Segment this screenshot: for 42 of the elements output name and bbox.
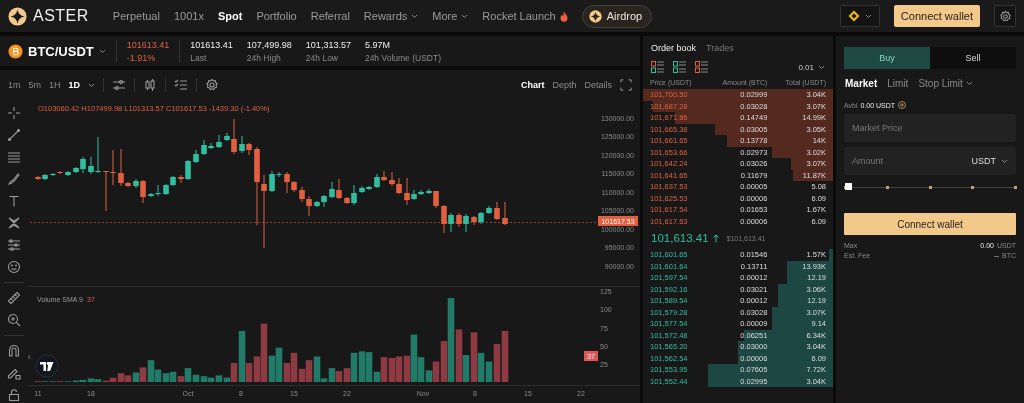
stat-label: 24h Low [305, 52, 339, 63]
nav-link[interactable]: More [432, 10, 469, 22]
nav-link[interactable]: Referral [310, 10, 350, 22]
stat-label: 24h High [246, 52, 282, 63]
connect-wallet-button[interactable]: Connect wallet [844, 213, 1016, 235]
order-type-tab[interactable]: Stop Limit [918, 78, 973, 89]
last-price: 101613.41 [126, 39, 170, 50]
nav-link[interactable]: Perpetual [112, 10, 160, 22]
nav-link[interactable]: Rocket Launch [482, 10, 568, 22]
stat-value: 101,313.57 [305, 39, 351, 50]
stat-label: Last [190, 52, 208, 63]
stat-value: 107,499.98 [246, 39, 292, 50]
pair-selector[interactable]: BTC/USDT [8, 43, 106, 59]
view-tab[interactable]: Details [584, 80, 612, 90]
brand-name: ASTER [33, 7, 89, 25]
interval-tab[interactable]: 5m [28, 80, 42, 90]
nav-link[interactable]: Rewards [363, 10, 419, 22]
amount-field[interactable]: Amount [844, 147, 968, 175]
price-change: -1.91% [126, 52, 157, 63]
mid-price: 101,613.41 [651, 232, 709, 244]
unit-select[interactable]: USDT [967, 147, 1016, 175]
side-tab[interactable]: Buy [844, 47, 930, 69]
connect-wallet-button[interactable]: Connect wallet [893, 5, 980, 27]
stat-value: 101613.41 [190, 39, 233, 50]
stat-value: 5.97M [364, 39, 391, 50]
view-tab[interactable]: Depth [552, 80, 577, 90]
interval-tab[interactable]: 1m [8, 80, 21, 90]
stat-label: 24h Volume (USDT) [364, 52, 441, 63]
price-field[interactable]: Market Price [844, 114, 1016, 142]
interval-tab[interactable]: 1D [68, 80, 81, 90]
view-tab[interactable]: Chart [520, 80, 545, 90]
book-tab[interactable]: Order book [651, 43, 697, 53]
interval-tab[interactable]: 1H [49, 80, 61, 90]
tick-size-select[interactable]: 0.01 [798, 62, 825, 72]
nav-link[interactable]: Portfolio [256, 10, 297, 22]
nav-link[interactable]: Spot [217, 10, 243, 22]
order-type-tab[interactable]: Limit [887, 78, 909, 89]
nav-link[interactable]: 1001x [173, 10, 204, 22]
side-tab[interactable]: Sell [930, 47, 1016, 69]
airdrop-button[interactable]: Airdrop [581, 4, 653, 28]
book-tab[interactable]: Trades [706, 43, 734, 53]
order-type-tab[interactable]: Market [845, 78, 878, 89]
